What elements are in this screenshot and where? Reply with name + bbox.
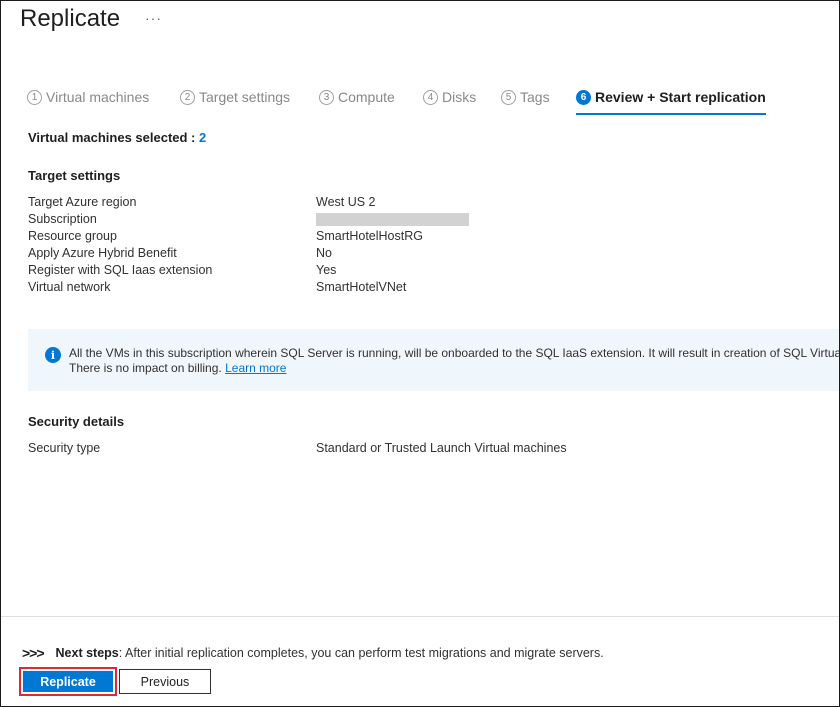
row-key: Target Azure region [28, 195, 137, 209]
row-value: No [316, 246, 332, 260]
step-label: Tags [520, 89, 550, 105]
subscription-redacted [316, 211, 469, 228]
step-label: Target settings [199, 89, 291, 105]
step-number-badge: 3 [319, 90, 334, 105]
chevrons-right-icon: >>> [22, 645, 45, 661]
step-number-badge: 4 [423, 90, 438, 105]
sql-iaas-extension-row: Register with SQL Iaas extension Yes [28, 262, 469, 279]
virtual-network-row: Virtual network SmartHotelVNet [28, 279, 469, 296]
row-key: Subscription [28, 212, 97, 226]
tab-virtual-machines[interactable]: 1 Virtual machines [27, 89, 149, 115]
security-details-list: Security type Standard or Trusted Launch… [28, 440, 567, 457]
target-settings-list: Target Azure region West US 2 Subscripti… [28, 194, 469, 296]
more-options-icon[interactable]: ··· [145, 10, 162, 26]
vms-selected-summary: Virtual machines selected : 2 [28, 130, 206, 145]
subscription-row: Subscription [28, 211, 469, 228]
tab-disks[interactable]: 4 Disks [423, 89, 476, 115]
vms-selected-count[interactable]: 2 [199, 130, 206, 145]
info-line-1: All the VMs in this subscription wherein… [69, 346, 840, 360]
row-key: Security type [28, 441, 101, 455]
replicate-button[interactable]: Replicate [23, 671, 113, 692]
target-settings-heading: Target settings [28, 168, 121, 183]
step-number-badge: 6 [576, 90, 591, 105]
next-steps: >>> Next steps : After initial replicati… [22, 645, 604, 661]
row-key: Virtual network [28, 280, 111, 294]
security-details-heading: Security details [28, 414, 125, 429]
previous-button[interactable]: Previous [119, 669, 211, 694]
step-label: Disks [442, 89, 477, 105]
info-icon: i [45, 347, 61, 363]
footer-divider [1, 616, 839, 617]
tab-compute[interactable]: 3 Compute [319, 89, 395, 115]
redaction-bar [316, 213, 469, 226]
info-line-2-text: There is no impact on billing. [69, 361, 222, 375]
learn-more-link[interactable]: Learn more [225, 361, 286, 375]
step-label: Review + Start replication [595, 89, 766, 105]
step-label: Virtual machines [46, 89, 150, 105]
tab-tags[interactable]: 5 Tags [501, 89, 550, 115]
next-steps-label: Next steps [55, 646, 119, 660]
vms-selected-label: Virtual machines selected : [28, 130, 196, 145]
row-value: Standard or Trusted Launch Virtual machi… [316, 441, 567, 455]
step-number-badge: 2 [180, 90, 195, 105]
info-banner: i All the VMs in this subscription where… [28, 329, 840, 391]
row-value: SmartHotelHostRG [316, 229, 423, 243]
row-value: West US 2 [316, 195, 376, 209]
row-key: Resource group [28, 229, 117, 243]
info-line-2: There is no impact on billing. Learn mor… [69, 361, 839, 376]
security-type-row: Security type Standard or Trusted Launch… [28, 440, 567, 457]
row-value: SmartHotelVNet [316, 280, 407, 294]
target-region-row: Target Azure region West US 2 [28, 194, 469, 211]
step-number-badge: 1 [27, 90, 42, 105]
next-steps-text: : After initial replication completes, y… [118, 646, 604, 660]
page-title: Replicate [20, 5, 121, 32]
row-key: Register with SQL Iaas extension [28, 263, 213, 277]
step-number-badge: 5 [501, 90, 516, 105]
step-label: Compute [338, 89, 395, 105]
tab-review-start-replication[interactable]: 6 Review + Start replication [576, 89, 766, 115]
replicate-blade: Replicate ··· 1 Virtual machines 2 Targe… [0, 0, 840, 707]
replicate-button-highlight: Replicate [19, 667, 117, 696]
tab-target-settings[interactable]: 2 Target settings [180, 89, 290, 115]
row-key: Apply Azure Hybrid Benefit [28, 246, 177, 260]
hybrid-benefit-row: Apply Azure Hybrid Benefit No [28, 245, 469, 262]
resource-group-row: Resource group SmartHotelHostRG [28, 228, 469, 245]
row-value: Yes [316, 263, 337, 277]
info-banner-text: All the VMs in this subscription wherein… [69, 346, 840, 376]
